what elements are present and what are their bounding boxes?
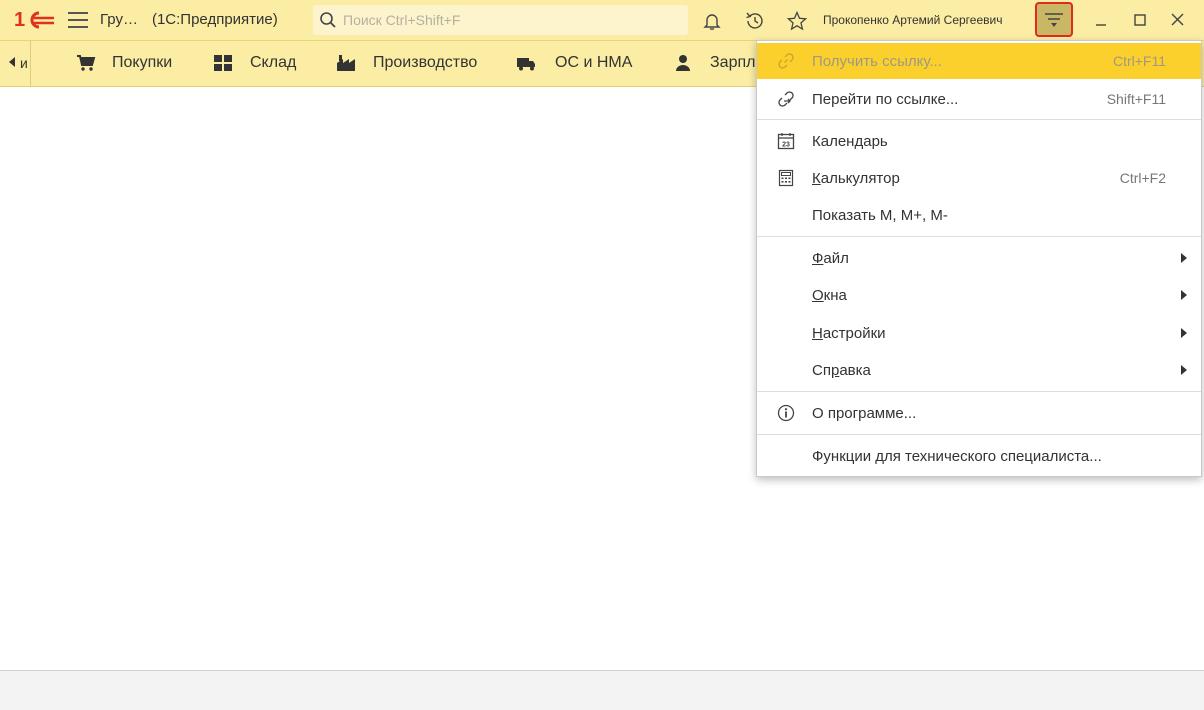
- menu-item-label: Перейти по ссылке...: [812, 91, 959, 108]
- 1c-logo-icon[interactable]: 1: [14, 8, 56, 32]
- section-fixed-assets[interactable]: ОС и НМА: [555, 54, 632, 72]
- menu-item-label: Калькулятор: [812, 170, 900, 187]
- status-bar: [0, 670, 1204, 710]
- bell-icon[interactable]: [701, 10, 723, 32]
- favorites-star-icon[interactable]: [786, 10, 808, 32]
- calendar-day-number: 23: [782, 142, 790, 149]
- menu-item-label: Настройки: [812, 325, 886, 342]
- section-warehouse[interactable]: Склад: [250, 54, 296, 72]
- svg-text:1: 1: [14, 9, 25, 31]
- submenu-arrow-icon: [1181, 365, 1187, 375]
- main-menu-icon: [1045, 12, 1063, 27]
- menu-item-label: Календарь: [812, 133, 888, 150]
- factory-icon: [337, 55, 355, 71]
- menu-separator: [757, 236, 1201, 237]
- submenu-arrow-icon: [1181, 328, 1187, 338]
- menu-item-settings[interactable]: Настройки: [757, 315, 1201, 351]
- menu-item-windows[interactable]: Окна: [757, 277, 1201, 313]
- menu-item-label: Файл: [812, 250, 849, 267]
- app-name: (1С:Предприятие): [151, 11, 278, 28]
- section-production[interactable]: Производство: [373, 54, 477, 72]
- title-bar: 1 Гру… (1С:Предприятие) Прокопенко Артеми…: [0, 0, 1204, 40]
- menu-separator: [757, 391, 1201, 392]
- menu-item-label: О программе...: [812, 405, 917, 422]
- menu-separator: [757, 119, 1201, 120]
- menu-item-shortcut: Ctrl+F11: [1112, 53, 1166, 69]
- person-icon: [676, 55, 690, 71]
- menu-item-label: Окна: [812, 287, 847, 304]
- link-icon: [778, 53, 794, 69]
- search-box[interactable]: [313, 5, 688, 35]
- menu-item-tech-functions[interactable]: Функции для технического специалиста...: [757, 438, 1201, 474]
- close-icon[interactable]: [1168, 10, 1188, 30]
- truck-icon: [517, 58, 535, 71]
- menu-separator: [757, 434, 1201, 435]
- menu-item-about[interactable]: О программе...: [757, 395, 1201, 431]
- menu-item-go-to-link[interactable]: Перейти по ссылке... Shift+F11: [757, 81, 1201, 117]
- sections-scroll-left-button[interactable]: и: [0, 41, 31, 86]
- menu-item-label: Справка: [812, 362, 871, 379]
- submenu-arrow-icon: [1181, 290, 1187, 300]
- menu-item-label: Функции для технического специалиста...: [812, 448, 1102, 465]
- sections-menu-icon[interactable]: [68, 12, 88, 28]
- info-icon: [777, 404, 795, 422]
- arrow-left-icon: [9, 57, 15, 67]
- main-menu-dropdown: Получить ссылку... Ctrl+F11 Перейти по с…: [756, 40, 1202, 477]
- search-icon: [320, 12, 336, 28]
- menu-item-help[interactable]: Справка: [757, 352, 1201, 388]
- submenu-arrow-icon: [1181, 253, 1187, 263]
- menu-item-label: Показать М, М+, М-: [812, 207, 948, 224]
- cart-icon: [77, 55, 96, 71]
- section-item-partial[interactable]: и: [20, 55, 28, 71]
- user-name[interactable]: Прокопенко Артемий Сергеевич: [823, 13, 1002, 27]
- main-menu-button[interactable]: [1035, 2, 1073, 37]
- menu-item-shortcut: Shift+F11: [1106, 91, 1166, 107]
- menu-item-calculator[interactable]: Калькулятор Ctrl+F2: [757, 160, 1201, 196]
- search-input[interactable]: [341, 11, 675, 29]
- menu-item-get-link[interactable]: Получить ссылку... Ctrl+F11: [757, 43, 1201, 79]
- section-purchases[interactable]: Покупки: [112, 54, 172, 72]
- go-link-icon: [778, 91, 794, 107]
- calendar-icon: 23: [777, 133, 795, 150]
- history-icon[interactable]: [744, 10, 766, 32]
- maximize-icon[interactable]: [1131, 10, 1151, 30]
- warehouse-icon: [214, 55, 232, 71]
- minimize-icon[interactable]: [1092, 10, 1112, 30]
- infobase-name: Гру…: [100, 11, 138, 28]
- menu-item-show-memory[interactable]: Показать М, М+, М-: [757, 197, 1201, 233]
- menu-item-label: Получить ссылку...: [812, 53, 942, 70]
- section-salary[interactable]: Зарпл: [710, 54, 755, 72]
- menu-item-file[interactable]: Файл: [757, 240, 1201, 276]
- menu-item-calendar[interactable]: 23 Календарь: [757, 123, 1201, 159]
- calculator-icon: [778, 169, 794, 187]
- app-title: Гру… (1С:Предприятие): [100, 11, 278, 28]
- menu-item-shortcut: Ctrl+F2: [1119, 170, 1166, 186]
